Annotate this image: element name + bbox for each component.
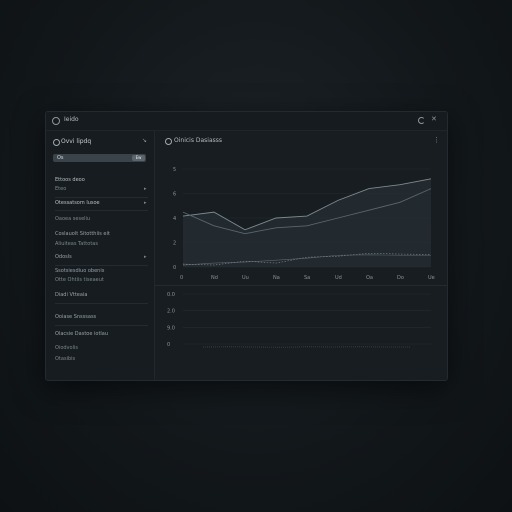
divider <box>55 197 148 198</box>
y-tick-label: 2.0 <box>167 309 175 315</box>
sidebar-subitem[interactable]: Oaoea seseliu <box>55 216 90 222</box>
divider <box>55 210 148 211</box>
sidebar-header-icon <box>53 139 60 146</box>
x-tick-label: 0 <box>180 275 183 281</box>
sidebar-subitem[interactable]: Aliuiteas Tattotas <box>55 241 98 247</box>
x-tick-label: Ue <box>428 275 435 281</box>
y-tick-label: 0 <box>173 265 176 271</box>
y-tick-label: 4 <box>173 216 176 222</box>
x-tick-label: Uu <box>242 275 249 281</box>
app-title: Ieido <box>64 116 79 123</box>
chevron-right-icon[interactable]: ▸ <box>144 200 147 206</box>
sidebar-item[interactable]: Diadi Vtteaia <box>55 292 87 298</box>
sidebar-item[interactable]: Otessatsom lusoe <box>55 200 100 206</box>
sidebar-item[interactable]: Ettoos deoo <box>55 177 85 183</box>
y-tick-label: 0 <box>167 342 170 348</box>
x-tick-label: Nd <box>211 275 218 281</box>
y-tick-label: 9.0 <box>167 325 175 331</box>
y-tick-label: 2 <box>173 241 176 247</box>
refresh-icon[interactable] <box>418 117 425 124</box>
y-tick-label: 6 <box>173 192 176 198</box>
sidebar-item[interactable]: Ooiase Snsssass <box>55 314 96 320</box>
sidebar-item[interactable]: Odosls <box>55 254 72 260</box>
collapse-icon[interactable]: ↘ <box>142 137 147 144</box>
x-tick-label: Ud <box>335 275 342 281</box>
sidebar-subitem[interactable]: Otte Ohtiis tiseaeut <box>55 277 104 283</box>
y-tick-label: 0.0 <box>167 292 175 298</box>
app-window: Ieido ✕ Ovvi lipdq ↘ Os Ew Ettoos deoo E… <box>45 111 448 381</box>
sidebar-subitem[interactable]: Oiodvolis <box>55 345 78 351</box>
series-area <box>183 178 431 267</box>
x-tick-label: Do <box>397 275 404 281</box>
sidebar-title: Ovvi lipdq <box>61 138 92 145</box>
app-logo-icon <box>52 117 60 125</box>
x-tick-label: Oa <box>366 275 373 281</box>
sidebar-item[interactable]: Ssotsiesdiuo obenis <box>55 268 104 274</box>
sidebar: Ovvi lipdq ↘ Os Ew Ettoos deoo Eteo ▸ Ot… <box>46 131 155 380</box>
divider <box>55 325 148 326</box>
title-bar: Ieido ✕ <box>46 112 447 131</box>
main-chart: 5 6 4 2 00 Nd Uu Na Sa Ud Oa Do Ue <box>173 167 435 281</box>
x-tick-label: Sa <box>304 275 310 281</box>
sidebar-item[interactable]: Olacsie Dastoe iotlau <box>55 331 108 337</box>
secondary-chart: 0.0 2.0 9.0 0 <box>167 292 431 348</box>
x-tick-label: Na <box>273 275 280 281</box>
divider <box>55 303 148 304</box>
main-panel: Oinicis Dasiasss ⋮ 5 6 4 2 0 0 Nd Uu Na Sa Ud Oa Do U… <box>155 131 447 380</box>
search-input[interactable]: Os Ew <box>53 154 146 162</box>
sidebar-subitem[interactable]: Otasibis <box>55 356 75 362</box>
search-button[interactable]: Ew <box>132 155 145 161</box>
search-value: Os <box>57 155 64 161</box>
chevron-right-icon[interactable]: ▸ <box>144 254 147 260</box>
sidebar-item[interactable]: Coslauolt Sitotthiis eit <box>55 231 110 237</box>
close-icon[interactable]: ✕ <box>431 115 437 123</box>
chevron-right-icon[interactable]: ▸ <box>144 186 147 192</box>
divider <box>55 265 148 266</box>
sidebar-subitem[interactable]: Eteo <box>55 186 66 192</box>
y-tick-label: 5 <box>173 167 176 173</box>
